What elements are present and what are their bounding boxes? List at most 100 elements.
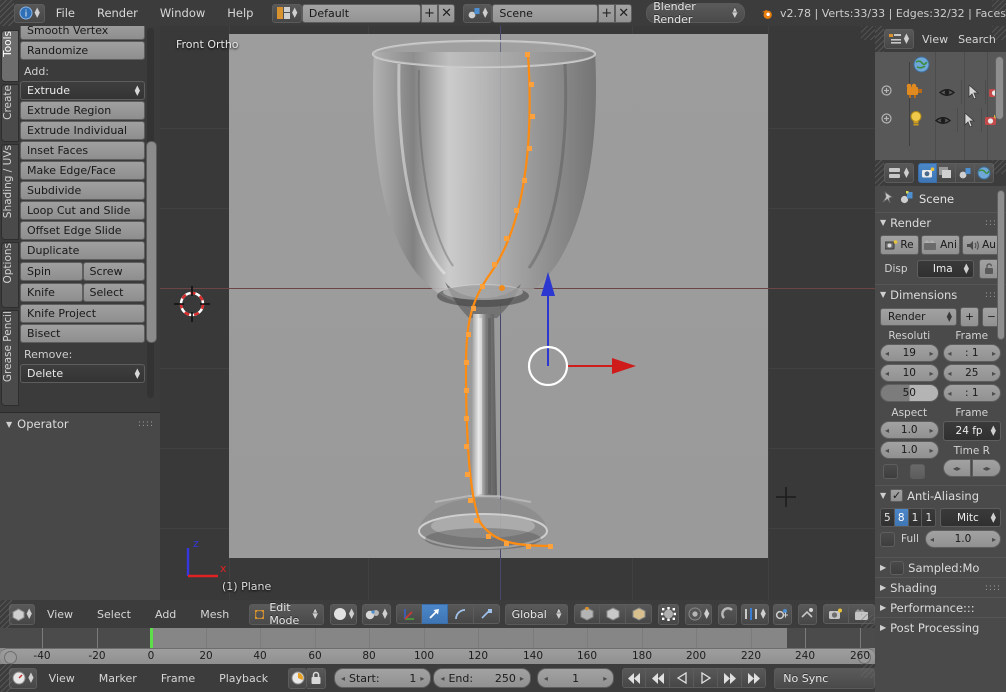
area-corner-handle[interactable] <box>992 160 1006 174</box>
outliner-menu-view[interactable]: View <box>914 33 956 46</box>
timeline-menu-marker[interactable]: Marker <box>87 672 149 685</box>
timeline-editor-icon[interactable]: ▲ ▼ <box>9 667 37 689</box>
motion-blur-checkbox[interactable] <box>890 560 905 575</box>
area-corner-handle[interactable] <box>992 0 1006 14</box>
right-arrow-icon[interactable]: ▸ <box>929 349 933 358</box>
cursor-icon[interactable] <box>958 108 982 132</box>
render-audio-button[interactable]: Au <box>962 235 1001 255</box>
extrude-dropdown[interactable]: Extrude ▲ ▼ <box>20 81 145 100</box>
border-toggle[interactable] <box>883 464 898 479</box>
face-select-icon[interactable] <box>626 604 653 624</box>
right-arrow-icon[interactable]: ▸ <box>992 389 996 398</box>
properties-scrollbar[interactable] <box>997 190 1005 340</box>
extrude-individual-button[interactable]: Extrude Individual <box>20 121 145 140</box>
timeline-playhead[interactable] <box>150 628 153 648</box>
snap-element-icon[interactable]: ▲ ▼ <box>741 603 769 625</box>
aa-samples-16[interactable]: 1 <box>922 508 937 527</box>
sampled-motion-blur-panel-header[interactable]: ▶ Sampled:Mo <box>875 557 1006 577</box>
resolution-x-field[interactable]: ◂ 19 ▸ <box>880 344 939 362</box>
left-arrow-icon[interactable]: ◂ <box>341 674 345 683</box>
solid-shading-icon[interactable]: ▲ ▼ <box>329 603 358 625</box>
delete-dropdown[interactable]: Delete ▲ ▼ <box>20 364 145 383</box>
right-arrow-icon[interactable]: ▸ <box>929 369 933 378</box>
offset-edge-slide-button[interactable]: Offset Edge Slide <box>20 221 145 240</box>
crop-toggle[interactable] <box>910 464 925 479</box>
viewport-menu-view[interactable]: View <box>35 608 85 621</box>
spin-button[interactable]: Spin <box>20 262 83 281</box>
operator-panel-header[interactable]: ▼ Operator :::: <box>0 413 160 435</box>
resolution-y-field[interactable]: ◂ 10 ▸ <box>880 364 939 382</box>
jump-to-end-icon[interactable] <box>742 668 767 688</box>
3d-view-editor-icon[interactable]: ▲ ▼ <box>8 603 35 625</box>
aa-samples-8[interactable]: 8 <box>894 508 909 527</box>
timeline-scroll-left-knob[interactable] <box>4 651 17 664</box>
area-corner-handle[interactable] <box>992 26 1006 40</box>
loop-cut-and-slide-button[interactable]: Loop Cut and Slide <box>20 201 145 220</box>
viewport-menu-select[interactable]: Select <box>85 608 143 621</box>
outliner-editor-icon[interactable]: ▲ ▼ <box>884 29 914 49</box>
screen-layout-icon[interactable]: ▲ ▼ <box>272 3 302 23</box>
display-mode-dropdown[interactable]: Ima ▲ ▼ <box>917 260 974 278</box>
mode-dropdown[interactable]: Edit Mode ▲ ▼ <box>249 601 324 627</box>
antialiasing-panel-header[interactable]: ▼ ✓ Anti-Aliasing <box>875 485 1006 505</box>
viewport-menu-mesh[interactable]: Mesh <box>188 608 241 621</box>
outliner-row-lamp[interactable] <box>875 108 1006 132</box>
resolution-preset-dropdown[interactable]: Render ▲ ▼ <box>880 308 957 326</box>
expand-icon[interactable] <box>881 85 892 99</box>
extrude-region-button[interactable]: Extrude Region <box>20 101 145 120</box>
sidebar-item-options[interactable]: Options <box>1 242 19 308</box>
3d-viewport[interactable]: Front Ortho (1) Plane z x <box>160 26 875 600</box>
aspect-x-field[interactable]: ◂ 1.0 ▸ <box>880 421 939 439</box>
current-frame-field[interactable]: ◂ 1 ▸ <box>536 668 615 688</box>
frame-end-field[interactable]: ◂ 25 ▸ <box>942 364 1001 382</box>
timeline-menu-frame[interactable]: Frame <box>149 672 207 685</box>
antialiasing-checkbox[interactable]: ✓ <box>890 489 904 502</box>
menu-window[interactable]: Window <box>149 6 216 20</box>
manipulator-translate-active-icon[interactable] <box>421 604 448 624</box>
render-image-icon[interactable] <box>822 604 849 624</box>
time-remap-old-field[interactable]: ◂▸ <box>942 459 972 477</box>
resolution-percentage-slider[interactable]: 50 <box>880 384 939 402</box>
menu-help[interactable]: Help <box>216 6 264 20</box>
aa-filter-dropdown[interactable]: Mitc ▲ ▼ <box>940 508 1001 527</box>
render-panel-header[interactable]: ▼ Render :::: <box>875 212 1006 232</box>
lock-icon[interactable] <box>307 667 326 689</box>
outliner-vertical-scrollbar[interactable] <box>995 56 1004 120</box>
make-edge-face-button[interactable]: Make Edge/Face <box>20 161 145 180</box>
randomize-button[interactable]: Randomize <box>20 41 145 60</box>
eye-icon[interactable] <box>928 108 958 132</box>
jump-to-start-icon[interactable] <box>622 668 647 688</box>
render-image-button[interactable]: Re <box>880 235 919 255</box>
full-sample-checkbox[interactable] <box>880 531 895 547</box>
right-arrow-icon[interactable]: ▸ <box>420 674 424 683</box>
aa-samples-5[interactable]: 5 <box>880 508 895 527</box>
frame-step-field[interactable]: ◂ : 1 ▸ <box>942 384 1001 402</box>
area-corner-handle[interactable] <box>861 614 875 628</box>
menu-file[interactable]: File <box>45 6 86 20</box>
render-engine-dropdown[interactable]: Blender Render ▲ ▼ <box>646 0 745 26</box>
translate-manipulator-icon[interactable] <box>395 604 422 624</box>
knife-button[interactable]: Knife <box>20 283 83 302</box>
add-screen-button[interactable]: + <box>421 3 439 23</box>
timeline-menu-view[interactable]: View <box>37 672 87 685</box>
sidebar-item-create[interactable]: Create <box>1 84 19 142</box>
right-arrow-icon[interactable]: ▸ <box>992 535 996 544</box>
auto-keying-icon[interactable] <box>288 667 308 689</box>
timeline-ruler[interactable] <box>0 628 875 648</box>
vertex-select-icon[interactable] <box>574 604 601 624</box>
timeline-scrollbar[interactable]: -40 -20 0 20 40 60 80 100 120 140 160 18… <box>0 648 875 665</box>
right-arrow-icon[interactable]: ▸ <box>520 674 524 683</box>
end-frame-field[interactable]: ◂ End: 250 ▸ <box>433 668 531 688</box>
screen-layout-field[interactable]: Default <box>301 3 421 23</box>
smooth-vertex-button[interactable]: Smooth Vertex <box>20 26 145 40</box>
screw-button[interactable]: Screw <box>82 262 145 281</box>
post-processing-panel-header[interactable]: ▶ Post Processing <box>875 617 1006 637</box>
pivot-median-point-icon[interactable]: ▲ ▼ <box>362 603 391 625</box>
sidebar-item-grease-pencil[interactable]: Grease Pencil <box>1 310 19 406</box>
expand-icon[interactable] <box>881 113 892 127</box>
info-editor-icon[interactable]: i ▲ ▼ <box>13 3 45 23</box>
render-layers-tab-icon[interactable] <box>937 163 956 183</box>
select-button[interactable]: Select <box>82 283 145 302</box>
play-reverse-icon[interactable] <box>670 668 695 688</box>
right-arrow-icon[interactable]: ▸ <box>929 426 933 435</box>
